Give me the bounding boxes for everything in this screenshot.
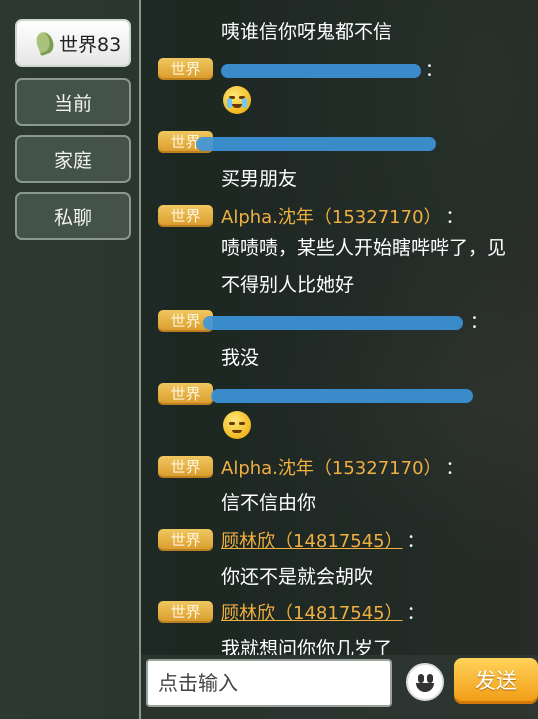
channel-tab-column: 世界83 当前 家庭 私聊 [0,0,141,719]
message-header: 世界 Alpha.沈年（15327170） ： [158,454,464,480]
message-header: 世界 顾林欣（14817545） ： [158,527,425,553]
message-text: 你还不是就会胡吹 [221,566,374,588]
chat-log[interactable]: 咦谁信你呀鬼都不信 世界 ： 世界 买男朋友 世界 Alpha.沈年（15327… [141,0,538,655]
channel-badge: 世界 [158,456,213,478]
message-header: 世界 Alpha.沈年（15327170） ： [158,203,464,229]
message-text: 咦谁信你呀鬼都不信 [221,21,393,43]
send-button[interactable]: 发送 [454,658,538,704]
tab-family[interactable]: 家庭 [15,135,131,183]
message-text: 买男朋友 [221,168,298,190]
redaction-scribble [196,137,436,151]
tab-world-label: 世界83 [59,33,122,56]
smirk-face-icon [223,411,251,439]
channel-badge: 世界 [158,383,213,405]
tab-family-label: 家庭 [53,149,92,172]
channel-badge: 世界 [158,205,213,227]
colon: ： [406,531,425,552]
tab-current[interactable]: 当前 [15,78,131,126]
channel-badge: 世界 [158,529,213,551]
message-text: 我就想问你你几岁了 [221,638,393,655]
sender-name[interactable]: Alpha.沈年（15327170） [221,454,442,480]
message-text: 信不信由你 [221,492,317,514]
redaction-scribble [211,389,473,403]
channel-badge: 世界 [158,601,213,623]
chat-input[interactable]: 点击输入 [146,659,392,707]
message-text-line: 啧啧啧，某些人开始瞎哔哔了，见 [221,237,507,259]
redaction-scribble [203,316,463,330]
tab-current-label: 当前 [53,92,92,115]
redaction-scribble [221,64,421,78]
sender-name[interactable]: 顾林欣（14817545） [221,599,403,625]
colon: ： [425,60,443,81]
smiley-icon[interactable] [406,663,444,701]
tab-private-chat[interactable]: 私聊 [15,192,131,240]
tab-world[interactable]: 世界83 [15,19,131,67]
sender-name[interactable]: Alpha.沈年（15327170） [221,203,442,229]
message-text: 我没 [221,347,260,369]
sender-name[interactable]: 顾林欣（14817545） [221,527,403,553]
channel-badge: 世界 [158,58,213,80]
colon: ： [445,207,464,228]
colon: ： [470,312,488,333]
colon: ： [445,458,464,479]
message-header: 世界 顾林欣（14817545） ： [158,599,425,625]
tab-private-chat-label: 私聊 [53,206,92,229]
crying-face-icon [223,86,251,114]
message-text-line: 不得别人比她好 [221,274,355,296]
leaf-icon [33,29,57,57]
colon: ： [406,603,425,624]
composer-bar: 点击输入 发送 [141,655,538,719]
